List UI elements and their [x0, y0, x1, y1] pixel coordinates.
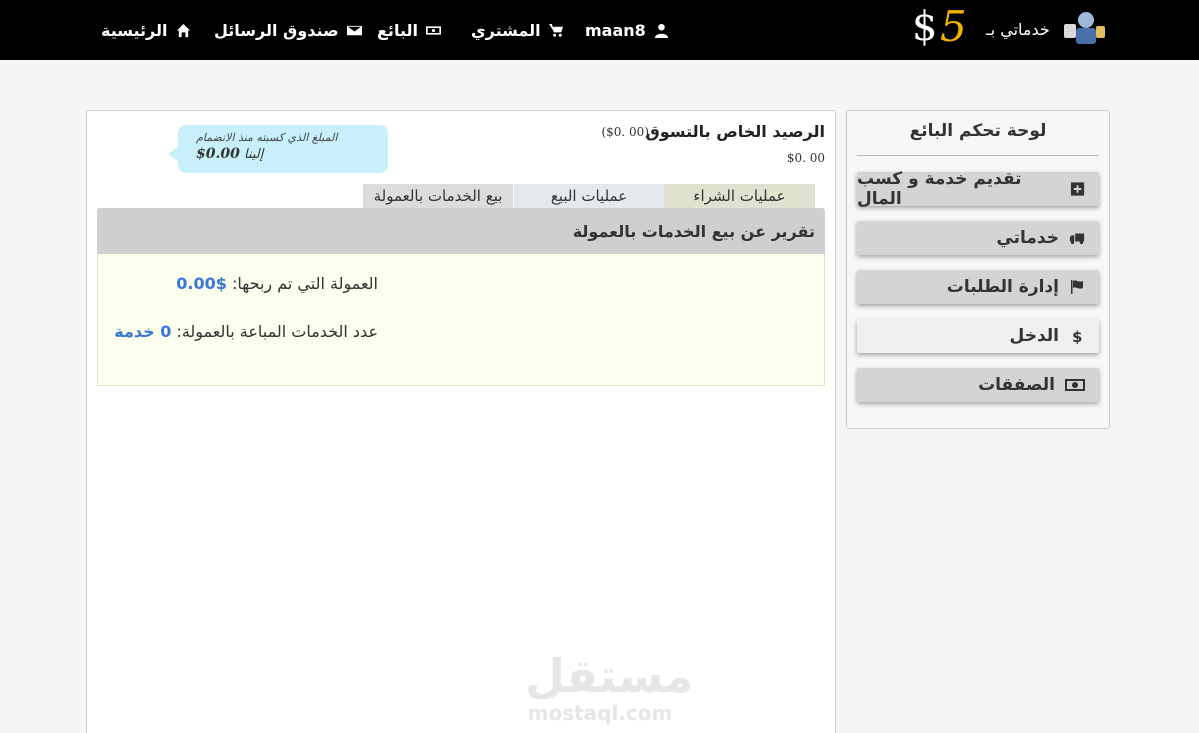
seller-dashboard-panel: لوحة تحكم البائع تقديم خدمة و كسب المال … — [846, 110, 1110, 429]
nav-buyer-label: المشتري — [471, 20, 541, 40]
commission-value: $0.00 — [176, 274, 227, 293]
envelope-icon — [346, 25, 362, 35]
sold-count-value: 0 خدمة — [114, 322, 172, 341]
top-navbar: $ 5 خدماتي بـ الرئيسية صندوق الرسائل الب… — [0, 0, 1199, 60]
svg-text:$: $ — [1072, 328, 1082, 344]
sold-count-label: عدد الخدمات المباعة بالعمولة: — [176, 322, 378, 341]
flag-icon — [1071, 280, 1083, 294]
sidebar-item-income[interactable]: الدخل $ — [857, 319, 1099, 353]
earnings-bubble-amount-line: $0.00 إلينا — [196, 146, 388, 162]
earnings-bubble: المبلغ الذي كسبته منذ الانضمام $0.00 إلي… — [168, 125, 388, 173]
plus-square-icon — [1070, 182, 1085, 196]
sidebar-item-deals[interactable]: الصفقات — [857, 368, 1099, 402]
shopping-balance-title: الرصيد الخاص بالتسوق — [645, 122, 825, 141]
earnings-bubble-text: المبلغ الذي كسبته منذ الانضمام — [196, 131, 338, 144]
sidebar-item-add-service[interactable]: تقديم خدمة و كسب المال — [857, 169, 1099, 209]
nav-home-label: الرئيسية — [101, 20, 168, 40]
shopping-balance-pending: ($0. 00) — [601, 125, 649, 139]
commission-row: العمولة التي تم ربحها: $0.00 — [176, 274, 378, 293]
earnings-amount: $0.00 — [196, 146, 240, 162]
sidebar-item-label: تقديم خدمة و كسب المال — [857, 169, 1022, 209]
sidebar-divider — [857, 155, 1099, 156]
logo-number: 5 — [940, 2, 967, 51]
sidebar-item-label: الدخل — [1009, 326, 1059, 346]
site-logo[interactable]: $ 5 خدماتي بـ — [910, 2, 1110, 52]
nav-user[interactable]: maan8 — [585, 0, 669, 60]
sidebar-item-label: خدماتي — [996, 228, 1059, 248]
watermark-arabic: مستقل — [525, 649, 694, 703]
sidebar-item-label: الصفقات — [978, 375, 1055, 395]
tab-commission-sales[interactable]: بيع الخدمات بالعمولة — [363, 184, 513, 209]
dollar-icon: $ — [1072, 328, 1082, 344]
nav-inbox[interactable]: صندوق الرسائل — [214, 0, 362, 60]
nav-inbox-label: صندوق الرسائل — [214, 20, 339, 40]
commission-label: العمولة التي تم ربحها: — [232, 274, 378, 293]
income-panel: الرصيد الخاص بالتسوق ($0. 00) $0. 00 الم… — [86, 110, 836, 733]
truck-icon — [1069, 233, 1085, 245]
report-title: تقرير عن بيع الخدمات بالعمولة — [97, 208, 825, 254]
logo-text: خدماتي بـ — [986, 20, 1050, 39]
nav-seller[interactable]: البائع — [377, 0, 441, 60]
user-icon — [654, 23, 668, 38]
sidebar-item-label: إدارة الطلبات — [946, 277, 1059, 297]
nav-buyer[interactable]: المشتري — [471, 0, 564, 60]
watermark-latin: mostaql.com — [527, 701, 673, 725]
cash-icon — [1065, 379, 1085, 391]
sidebar-item-orders[interactable]: إدارة الطلبات — [857, 270, 1099, 304]
nav-home[interactable]: الرئيسية — [101, 0, 191, 60]
mostaql-watermark: مستقل mostaql.com — [525, 649, 694, 725]
sidebar-title: لوحة تحكم البائع — [909, 121, 1047, 141]
nav-seller-label: البائع — [377, 20, 418, 40]
tab-purchases[interactable]: عمليات الشراء — [664, 184, 815, 209]
money-icon — [425, 25, 441, 35]
home-icon — [176, 23, 190, 37]
cart-icon — [548, 23, 563, 37]
report-body: العمولة التي تم ربحها: $0.00 عدد الخدمات… — [97, 254, 825, 386]
tab-sales[interactable]: عمليات البيع — [514, 184, 664, 209]
sidebar-item-my-services[interactable]: خدماتي — [857, 221, 1099, 255]
earnings-suffix: إلينا — [243, 147, 264, 162]
shopping-balance-value: $0. 00 — [786, 151, 825, 165]
sold-count-row: عدد الخدمات المباعة بالعمولة: 0 خدمة — [114, 322, 378, 341]
mascot-icon — [1064, 12, 1105, 44]
nav-username: maan8 — [585, 20, 646, 40]
logo-dollar: $ — [912, 4, 938, 50]
